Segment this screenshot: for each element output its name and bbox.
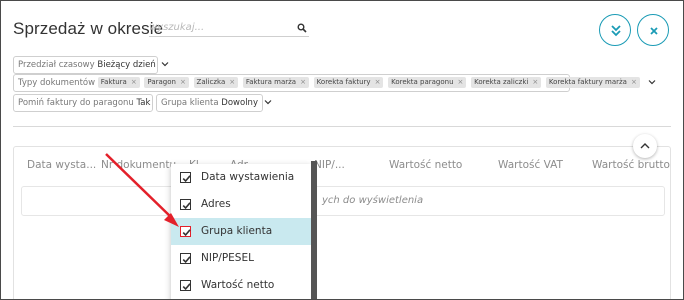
remove-tag-icon[interactable]: ×: [458, 78, 464, 86]
close-button[interactable]: [637, 14, 669, 46]
skip-invoices-label: Pomiń faktury do paragonu: [18, 98, 134, 108]
chevron-down-icon: [264, 100, 272, 105]
remove-tag-icon[interactable]: ×: [180, 78, 186, 86]
close-icon: [650, 27, 658, 35]
column-chooser-menu: Data wystawienia Adres Grupa klienta NIP…: [171, 164, 311, 299]
doc-type-tag[interactable]: Korekta faktury ×: [313, 77, 384, 88]
doc-type-tag[interactable]: Faktura ×: [97, 77, 140, 88]
menu-item-label: Adres: [201, 198, 231, 210]
client-group-label: Grupa klienta: [161, 98, 219, 108]
column-header[interactable]: Wartość brutto: [592, 159, 670, 171]
column-header[interactable]: Data wysta...: [27, 159, 96, 171]
menu-item-label: NIP/PESEL: [201, 252, 254, 264]
report-window: Sprzedaż w okresie wyszukaj... Przedział…: [0, 0, 684, 300]
menu-item-nip-pesel[interactable]: NIP/PESEL: [171, 245, 311, 272]
menu-item-adres[interactable]: Adres: [171, 191, 311, 218]
checkbox[interactable]: [180, 253, 191, 264]
menu-item-label: Grupa klienta: [201, 225, 273, 237]
period-filter-value: Bieżący dzień: [97, 60, 156, 70]
checkmark-icon: [182, 202, 191, 210]
divider: [13, 126, 671, 127]
scroll-up-button[interactable]: [633, 134, 657, 158]
checkbox[interactable]: [180, 226, 191, 237]
empty-message: ych do wyświetlenia: [322, 195, 424, 206]
doc-type-tag[interactable]: Korekta faktury marża ×: [545, 77, 640, 88]
doc-type-tag[interactable]: Faktura marża ×: [242, 77, 309, 88]
skip-invoices-value: Tak: [136, 98, 151, 108]
search-input[interactable]: wyszukaj...: [149, 21, 309, 37]
menu-item-data-wystawienia[interactable]: Data wystawienia: [171, 164, 311, 191]
menu-scrollbar[interactable]: [311, 161, 317, 299]
page-title: Sprzedaż w okresie: [13, 19, 164, 38]
column-header[interactable]: NIP/...: [314, 159, 345, 171]
period-filter[interactable]: Przedział czasowy Bieżący dzień: [13, 56, 169, 74]
menu-item-wartosc-netto[interactable]: Wartość netto: [171, 272, 311, 299]
checkbox[interactable]: [180, 280, 191, 291]
double-chevron-down-icon: [611, 25, 621, 37]
menu-item-label: Data wystawienia: [201, 171, 295, 183]
menu-item-grupa-klienta[interactable]: Grupa klienta: [171, 218, 311, 245]
remove-tag-icon[interactable]: ×: [131, 78, 137, 86]
remove-tag-icon[interactable]: ×: [229, 78, 235, 86]
checkmark-icon: [182, 256, 191, 264]
period-filter-label: Przedział czasowy: [18, 60, 95, 70]
client-group-value: Dowolny: [221, 98, 258, 108]
checkbox[interactable]: [180, 199, 191, 210]
remove-tag-icon[interactable]: ×: [631, 78, 637, 86]
search-icon[interactable]: [297, 23, 307, 33]
chevron-down-icon: [161, 62, 169, 67]
doc-type-tag[interactable]: Korekta paragonu ×: [388, 77, 467, 88]
checkmark-icon: [182, 229, 191, 237]
chevron-down-icon[interactable]: [648, 78, 656, 86]
doc-types-filter[interactable]: Typy dokumentów Faktura × Paragon × Zalicz…: [13, 74, 655, 92]
results-table: Data wysta... Nr dokumentu Kl... Adr... …: [13, 146, 671, 299]
column-header[interactable]: Wartość netto: [389, 159, 462, 171]
remove-tag-icon[interactable]: ×: [532, 78, 538, 86]
search-placeholder: wyszukaj...: [149, 22, 205, 33]
remove-tag-icon[interactable]: ×: [375, 78, 381, 86]
column-header[interactable]: Nr dokumentu: [101, 159, 176, 171]
doc-type-tag[interactable]: Korekta zaliczki ×: [471, 77, 542, 88]
skip-invoices-filter[interactable]: Pomiń faktury do paragonu Tak: [13, 94, 164, 112]
remove-tag-icon[interactable]: ×: [300, 78, 306, 86]
checkmark-icon: [182, 283, 191, 291]
doc-type-tag[interactable]: Zaliczka ×: [193, 77, 239, 88]
collapse-filters-button[interactable]: [599, 14, 631, 46]
chevron-up-icon: [640, 143, 650, 149]
menu-item-label: Wartość netto: [201, 279, 275, 291]
doc-type-tag[interactable]: Paragon ×: [144, 77, 189, 88]
column-header[interactable]: Wartość VAT: [498, 159, 563, 171]
checkbox[interactable]: [180, 172, 191, 183]
client-group-filter[interactable]: Grupa klienta Dowolny: [156, 94, 272, 112]
doc-types-label: Typy dokumentów: [18, 78, 96, 88]
checkmark-icon: [182, 175, 191, 183]
